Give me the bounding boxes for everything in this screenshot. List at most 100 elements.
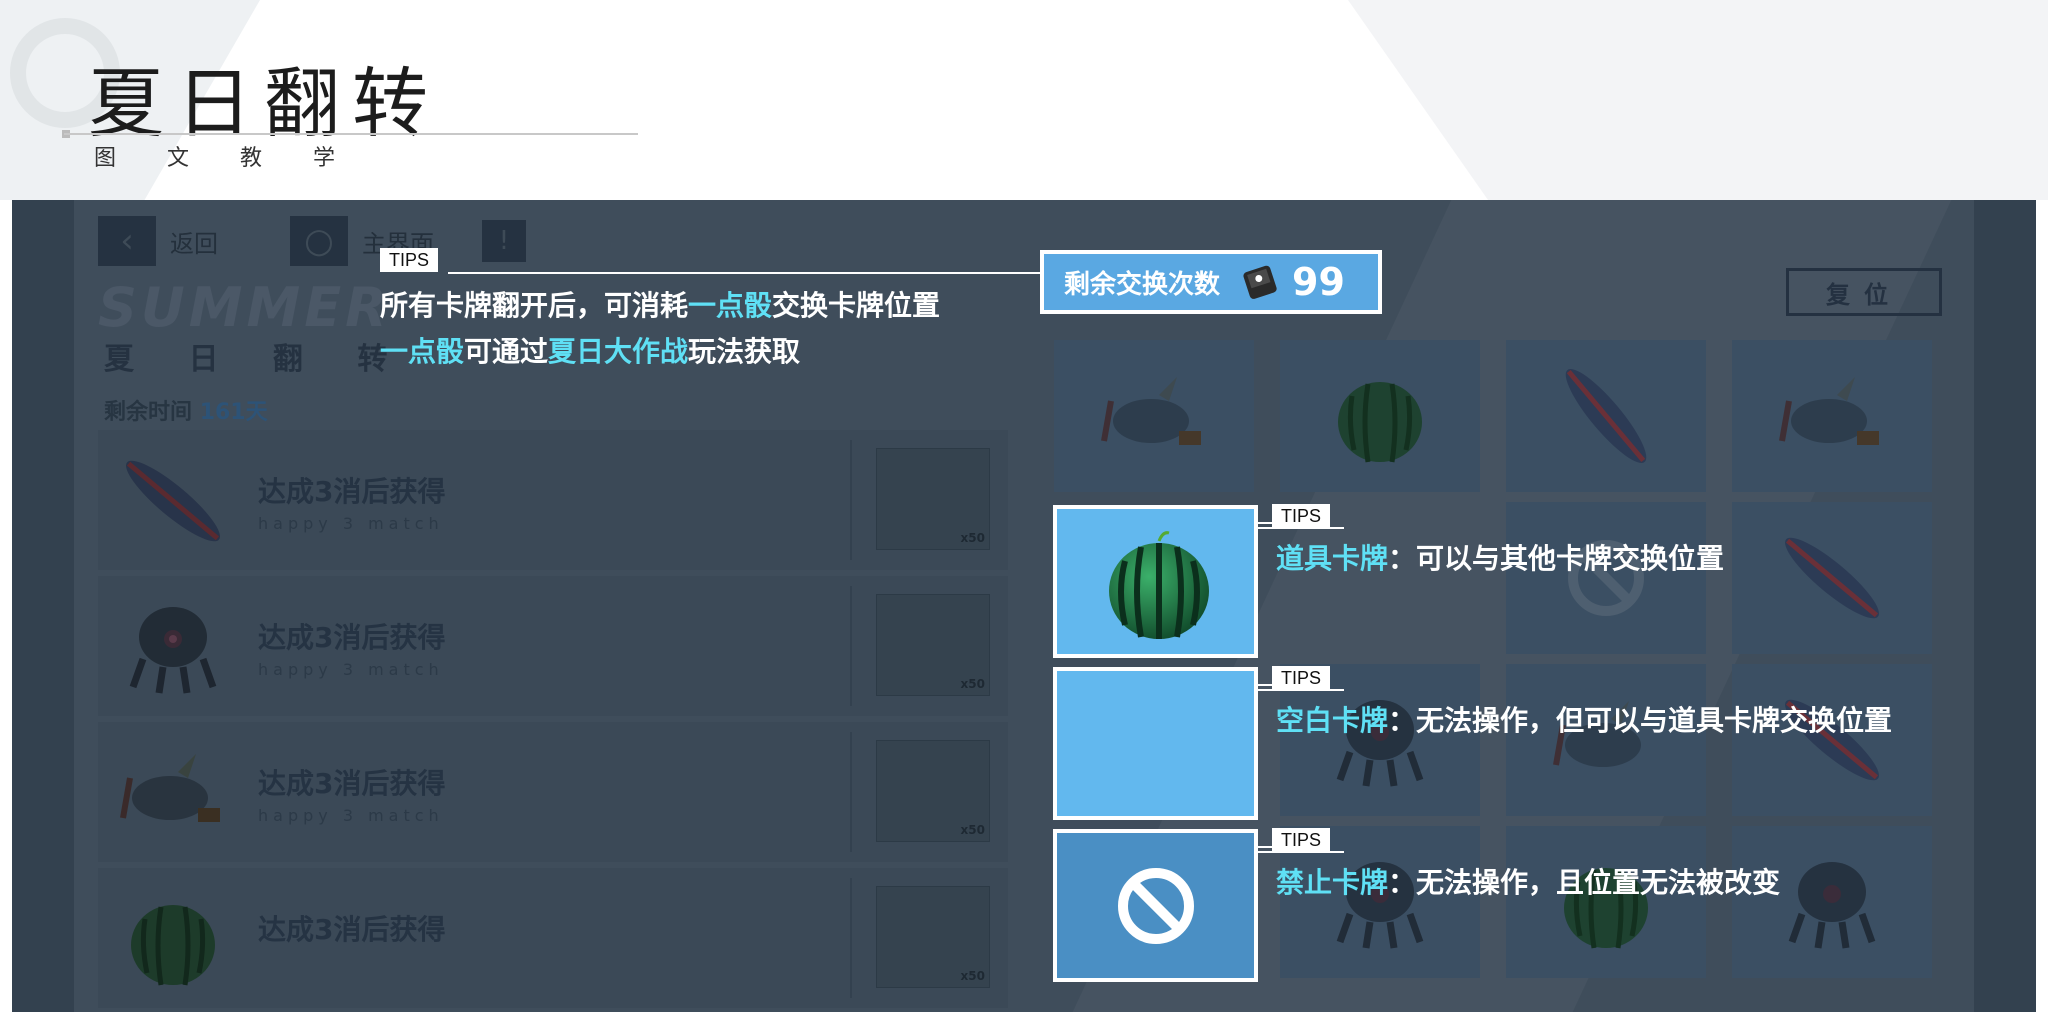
forbidden-icon <box>1118 868 1194 944</box>
tip-text: 交换卡牌位置 <box>772 289 941 322</box>
tip-text: 所有卡牌翻开后，可消耗 <box>380 289 689 322</box>
tip-highlight: 一点骰 <box>688 289 773 322</box>
grid-card[interactable] <box>1732 826 1932 978</box>
surfboard-icon <box>108 438 238 563</box>
tips-tag: TIPS <box>1272 666 1331 690</box>
reward-item: x50 <box>876 886 990 988</box>
time-label: 剩余时间 <box>104 400 193 425</box>
time-value: 161天 <box>199 400 268 425</box>
grid-card[interactable] <box>1506 340 1706 492</box>
reward-item: x50 <box>876 448 990 550</box>
tip-text: ：无法操作，但可以与道具卡牌交换位置 <box>1388 704 1893 737</box>
row-divider <box>850 440 852 560</box>
row-sub: happy 3 match <box>258 514 444 533</box>
grid-card[interactable] <box>1732 340 1932 492</box>
surfboard-icon <box>1506 340 1706 492</box>
row-divider <box>850 732 852 852</box>
reward-item: x50 <box>876 594 990 696</box>
row-label: 达成3消后获得 <box>258 767 446 800</box>
tip-text: ：无法操作，且位置无法被改变 <box>1388 866 1781 899</box>
title-underline <box>64 133 638 135</box>
tip-text: ：可以与其他卡牌交换位置 <box>1388 542 1725 575</box>
tip-highlight: 禁止卡牌 <box>1276 866 1389 899</box>
row-sub: happy 3 match <box>258 660 444 679</box>
grid-card[interactable] <box>1506 664 1706 816</box>
tip-highlight: 道具卡牌 <box>1276 542 1389 575</box>
row-divider <box>850 586 852 706</box>
surfboard-icon <box>1732 502 1932 654</box>
swap-counter: 剩余交换次数 99 <box>1040 250 1382 314</box>
reward-count: x50 <box>960 677 985 691</box>
row-divider <box>850 878 852 998</box>
row-sub: happy 3 match <box>258 806 444 825</box>
tips-tag: TIPS <box>1272 504 1331 528</box>
reward-count: x50 <box>960 823 985 837</box>
reward-row: 达成3消后获得 happy 3 match x50 <box>98 430 1008 570</box>
reward-row: 达成3消后获得 happy 3 match x50 <box>98 722 1008 862</box>
reset-button[interactable]: 复位 <box>1786 268 1942 316</box>
game-title-en: SUMMER <box>98 276 391 339</box>
tips-connector <box>1258 527 1344 529</box>
tips-connector <box>448 272 1040 274</box>
row-label: 达成3消后获得 <box>258 621 446 654</box>
item-card-tip: 道具卡牌：可以与其他卡牌交换位置 <box>1276 537 1724 577</box>
info-nav[interactable]: ! <box>482 216 526 266</box>
swap-counter-label: 剩余交换次数 <box>1064 269 1221 300</box>
grid-card[interactable] <box>1506 502 1706 654</box>
fish-icon <box>1054 340 1254 492</box>
home-icon: ○ <box>290 216 348 266</box>
reward-count: x50 <box>960 969 985 983</box>
tips-tag: TIPS <box>380 248 439 272</box>
row-label: 达成3消后获得 <box>258 913 446 946</box>
tip-highlight: 夏日大作战 <box>548 335 689 368</box>
header-decor-right <box>1348 0 2048 200</box>
forbidden-card-tip: 禁止卡牌：无法操作，且位置无法被改变 <box>1276 861 1780 901</box>
robot-icon <box>1732 826 1932 978</box>
tips-connector <box>1258 689 1344 691</box>
watermelon-icon <box>1109 531 1209 639</box>
tips-connector <box>1258 846 1272 848</box>
watermelon-icon <box>108 876 238 1001</box>
grid-card[interactable] <box>1280 340 1480 492</box>
page-title: 夏日翻转 <box>88 59 440 148</box>
robot-icon <box>108 584 238 709</box>
surfboard-icon <box>1732 664 1932 816</box>
tips-connector <box>1258 684 1272 686</box>
tips-tag: TIPS <box>1272 828 1331 852</box>
forbidden-card <box>1053 829 1258 982</box>
tip-main-line2: 一点骰可通过夏日大作战玩法获取 <box>380 330 800 370</box>
swap-counter-value: 99 <box>1292 260 1345 304</box>
tip-main-line1: 所有卡牌翻开后，可消耗一点骰交换卡牌位置 <box>380 284 940 324</box>
reward-row: 达成3消后获得 x50 <box>98 868 1008 1008</box>
remaining-time: 剩余时间 161天 <box>104 394 268 426</box>
grid-card[interactable] <box>1732 664 1932 816</box>
page-subtitle: 图 文 教 学 <box>94 146 357 171</box>
grid-card[interactable] <box>1732 502 1932 654</box>
tip-highlight: 一点骰 <box>380 335 465 368</box>
back-nav[interactable]: ‹ 返回 <box>98 216 218 266</box>
watermelon-icon <box>1506 826 1706 978</box>
tip-text: 可通过 <box>464 335 549 368</box>
tips-connector <box>1258 851 1344 853</box>
item-card <box>1053 505 1258 658</box>
watermelon-icon <box>1280 340 1480 492</box>
reward-row: 达成3消后获得 happy 3 match x50 <box>98 576 1008 716</box>
blank-card <box>1053 667 1258 820</box>
tip-highlight: 空白卡牌 <box>1276 704 1389 737</box>
tips-connector <box>1258 522 1272 524</box>
game-title-cn: 夏 日 翻 转 <box>104 342 410 377</box>
fish-icon <box>1506 664 1706 816</box>
dice-icon <box>1243 265 1277 299</box>
grid-card[interactable] <box>1054 340 1254 492</box>
fish-icon <box>1732 340 1932 492</box>
reward-count: x50 <box>960 531 985 545</box>
back-icon: ‹ <box>98 216 156 266</box>
grid-card[interactable] <box>1506 826 1706 978</box>
back-label: 返回 <box>170 229 218 258</box>
row-label: 达成3消后获得 <box>258 475 446 508</box>
fish-icon <box>108 730 238 855</box>
reward-item: x50 <box>876 740 990 842</box>
blank-card-tip: 空白卡牌：无法操作，但可以与道具卡牌交换位置 <box>1276 699 1892 739</box>
tip-text: 玩法获取 <box>688 335 801 368</box>
forbidden-icon <box>1506 502 1706 654</box>
